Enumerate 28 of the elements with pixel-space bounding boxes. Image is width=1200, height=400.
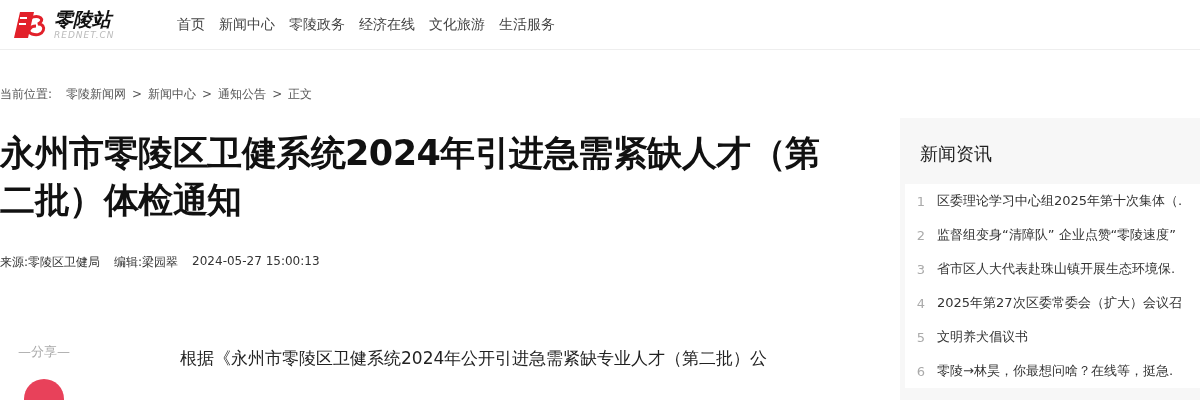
breadcrumb-link[interactable]: 正文 — [288, 85, 313, 103]
news-item[interactable]: 2 监督组变身“清障队” 企业点赞“零陵速度” — [905, 218, 1200, 252]
nav-link[interactable]: 文化旅游 — [429, 15, 485, 34]
news-item[interactable]: 5 文明养犬倡议书 — [905, 320, 1200, 354]
article-meta: 来源:零陵区卫健局 — [0, 254, 101, 271]
breadcrumb-separator: > — [202, 87, 213, 101]
share-label: —分享— — [18, 343, 70, 361]
breadcrumb-link[interactable]: 零陵新闻网 — [66, 85, 127, 103]
nav-link[interactable]: 经济在线 — [359, 15, 415, 34]
breadcrumb-link[interactable]: 通知公告 — [218, 85, 267, 103]
breadcrumb-label: 当前位置: — [0, 85, 53, 103]
site-name: 零陵站 — [54, 8, 115, 29]
breadcrumb-separator: > — [132, 87, 143, 101]
news-item[interactable]: 1 区委理论学习中心组2025年第十次集体（. — [905, 184, 1200, 218]
sidebar-title: 新闻资讯 — [919, 142, 993, 166]
breadcrumb-separator: > — [272, 87, 283, 101]
article-meta: 2024-05-27 15:00:13 — [192, 254, 320, 270]
site-domain: REDNET.CN — [54, 29, 115, 41]
news-item[interactable]: 4 2025年第27次区委常委会（扩大）会议召 — [905, 286, 1200, 320]
nav-link[interactable]: 首页 — [177, 15, 205, 34]
news-item[interactable]: 6 零陵→林昊，你最想问啥？在线等，挺急. — [905, 354, 1200, 388]
breadcrumb-link[interactable]: 新闻中心 — [148, 85, 197, 103]
article-paragraph: 根据《永州市零陵区卫健系统2024年公开引进急需紧缺专业人才（第二批）公 — [179, 347, 769, 370]
article-meta: 编辑:梁园翠 — [114, 254, 179, 271]
news-item[interactable]: 3 省市区人大代表赴珠山镇开展生态环境保. — [905, 252, 1200, 286]
nav-link[interactable]: 零陵政务 — [289, 15, 345, 34]
nav-link[interactable]: 生活服务 — [499, 15, 555, 34]
nav-link[interactable]: 新闻中心 — [219, 15, 275, 34]
